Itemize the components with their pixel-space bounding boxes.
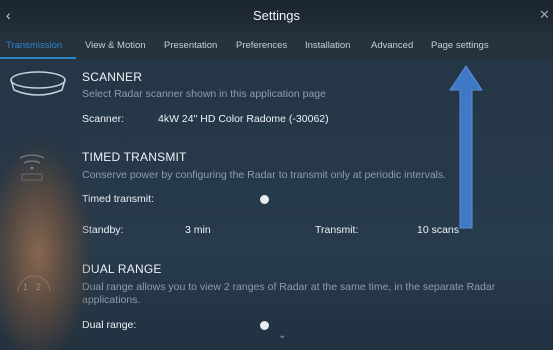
scanner-description: Select Radar scanner shown in this appli… [82, 88, 326, 100]
radome-icon [10, 71, 66, 96]
timed-transmit-section-title: TIMED TRANSMIT [82, 150, 187, 164]
tab-advanced[interactable]: Advanced [371, 40, 413, 51]
dual-range-description: Dual range allows you to view 2 ranges o… [82, 281, 496, 293]
tab-installation[interactable]: Installation [305, 40, 350, 51]
annotation-arrow-icon [449, 65, 483, 229]
close-icon[interactable]: ✕ [539, 7, 550, 23]
timed-transmit-toggle[interactable] [260, 195, 269, 204]
tab-page-settings[interactable]: Page settings [431, 40, 489, 51]
active-tab-indicator [0, 57, 76, 59]
page-title: Settings [253, 8, 300, 23]
scanner-label: Scanner: [82, 113, 125, 125]
finger-overlay [0, 135, 95, 350]
tab-view-motion[interactable]: View & Motion [85, 40, 146, 51]
timed-transmit-description: Conserve power by configuring the Radar … [82, 169, 447, 181]
transmit-label: Transmit: [315, 224, 359, 236]
standby-value[interactable]: 3 min [185, 224, 211, 236]
tab-transmission[interactable]: Transmission [6, 40, 62, 51]
tab-presentation[interactable]: Presentation [164, 40, 217, 51]
scroll-down-icon[interactable]: ⌄ [278, 330, 286, 341]
tab-preferences[interactable]: Preferences [236, 40, 287, 51]
scanner-select[interactable]: 4kW 24" HD Color Radome (-30062) [158, 113, 329, 125]
scanner-section-title: SCANNER [82, 70, 143, 84]
dual-range-toggle[interactable] [260, 321, 269, 330]
